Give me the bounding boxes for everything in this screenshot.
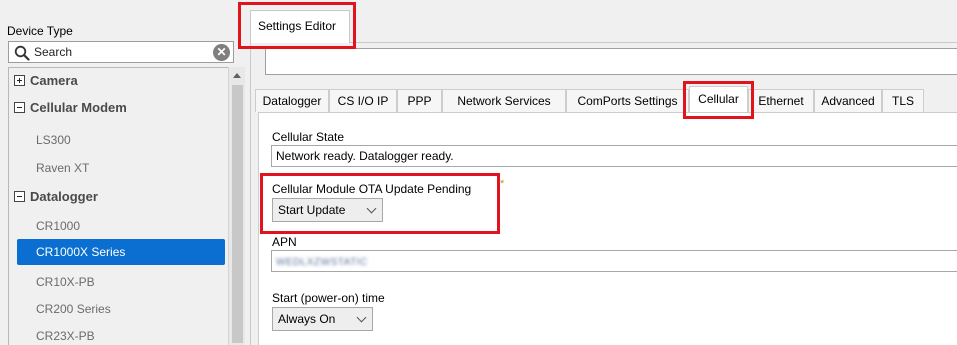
tree-item-label: CR1000 — [36, 219, 81, 233]
tab-network-services[interactable]: Network Services — [442, 89, 566, 112]
collapse-icon[interactable] — [14, 102, 25, 113]
highlight-settings-editor — [238, 2, 356, 49]
start-time-label: Start (power-on) time — [272, 291, 385, 305]
tree-item-cr23x-pb[interactable]: CR23X-PB — [9, 323, 227, 345]
device-name-field[interactable] — [265, 48, 957, 75]
tree-item-label: CR200 Series — [36, 302, 111, 316]
clear-search-icon[interactable]: ✕ — [213, 44, 230, 61]
device-type-label: Device Type — [7, 24, 73, 38]
scroll-up-icon[interactable] — [233, 73, 241, 78]
tree-item-label: Raven XT — [36, 161, 90, 175]
device-type-panel: Device Type Search ✕ Camera Cellular Mod… — [0, 0, 245, 345]
tree-group-cellular-modem[interactable]: Cellular Modem — [9, 95, 227, 121]
tree-item-label: CR1000X Series — [36, 245, 126, 259]
apn-label: APN — [272, 235, 297, 249]
cellular-state-label: Cellular State — [272, 130, 345, 144]
tree-item-cr1000[interactable]: CR1000 — [9, 213, 227, 239]
tree-group-label: Camera — [30, 73, 78, 88]
tree-group-label: Cellular Modem — [30, 100, 127, 115]
tree-item-cr200-series[interactable]: CR200 Series — [9, 296, 227, 322]
highlight-cellular-tab — [683, 81, 754, 119]
chevron-down-icon — [356, 312, 367, 323]
apn-value: WEDLXZWSTATIC — [276, 257, 368, 268]
tab-datalogger[interactable]: Datalogger — [255, 89, 329, 112]
tree-item-cr10x-pb[interactable]: CR10X-PB — [9, 269, 227, 295]
expand-icon[interactable] — [14, 75, 25, 86]
tab-cs-io-ip[interactable]: CS I/O IP — [329, 89, 397, 112]
search-placeholder: Search — [34, 45, 73, 59]
settings-tabs: Datalogger CS I/O IP PPP Network Service… — [255, 86, 957, 112]
device-tree: Camera Cellular Modem LS300 Raven XT Dat… — [8, 67, 228, 345]
tree-item-ls300[interactable]: LS300 — [9, 127, 227, 153]
apn-field[interactable]: WEDLXZWSTATIC — [271, 250, 957, 272]
highlight-ota-update — [260, 173, 500, 234]
search-input[interactable]: Search ✕ — [8, 41, 234, 63]
tree-item-label: CR10X-PB — [36, 275, 95, 289]
tab-ethernet[interactable]: Ethernet — [748, 89, 814, 112]
tree-item-raven-xt[interactable]: Raven XT — [9, 155, 227, 181]
tab-ppp[interactable]: PPP — [397, 89, 442, 112]
start-time-value: Always On — [278, 312, 336, 326]
tree-scrollbar[interactable] — [228, 67, 245, 345]
tree-item-label: CR23X-PB — [36, 329, 95, 343]
scrollbar-thumb[interactable] — [232, 85, 243, 343]
tab-comports-settings[interactable]: ComPorts Settings — [566, 89, 689, 112]
cellular-state-field[interactable]: Network ready. Datalogger ready. — [271, 145, 957, 167]
tab-tls[interactable]: TLS — [882, 89, 924, 112]
collapse-icon[interactable] — [14, 191, 25, 202]
tree-item-label: LS300 — [36, 133, 71, 147]
tree-group-camera[interactable]: Camera — [9, 68, 227, 94]
tree-group-datalogger[interactable]: Datalogger — [9, 184, 227, 210]
modified-marker: * — [500, 178, 505, 190]
start-time-select[interactable]: Always On — [272, 307, 373, 331]
tree-group-label: Datalogger — [30, 189, 98, 204]
search-icon — [14, 45, 30, 61]
tab-advanced[interactable]: Advanced — [814, 89, 882, 112]
tree-item-cr1000x-series[interactable]: CR1000X Series — [17, 239, 225, 265]
